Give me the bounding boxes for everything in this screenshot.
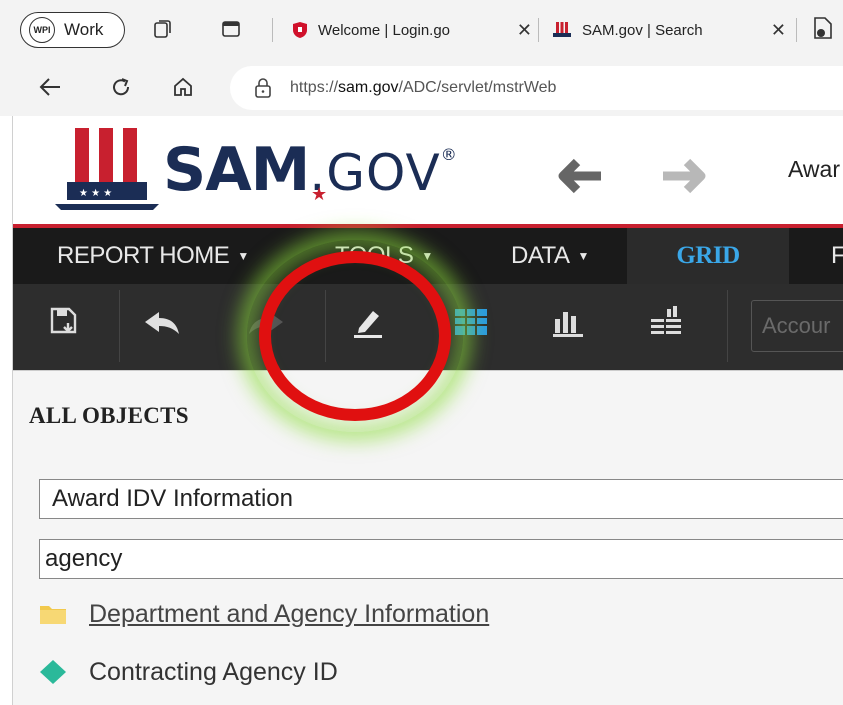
- url-path: /ADC/servlet/mstrWeb: [398, 79, 557, 96]
- list-item-label: Contracting Agency ID: [89, 657, 338, 686]
- close-icon[interactable]: ✕: [517, 20, 532, 41]
- page-content: ★ ★ ★ SAM.GOV® ★ Awar REPORT HOME ▼ TOOLS…: [12, 116, 843, 705]
- grid-graph-view-icon[interactable]: [649, 306, 683, 338]
- sam-logo-text[interactable]: SAM.GOV®: [163, 135, 457, 205]
- tab-actions-icon[interactable]: [220, 18, 242, 40]
- profile-button[interactable]: WPI Work: [20, 12, 125, 48]
- panel-title: ALL OBJECTS: [29, 403, 189, 428]
- back-arrow-icon[interactable]: [557, 158, 603, 194]
- object-browser-panel: ALL OBJECTS Award IDV Information agency…: [13, 370, 843, 705]
- list-item[interactable]: Department and Agency Information: [39, 597, 489, 631]
- caret-down-icon: ▼: [237, 249, 249, 263]
- logo-sam: SAM: [163, 135, 310, 205]
- shield-icon: [293, 22, 307, 38]
- logo-star-icon: ★: [311, 184, 328, 204]
- sam-header: ★ ★ ★ SAM.GOV® ★ Awar: [13, 116, 843, 224]
- tab-separator: [538, 18, 539, 42]
- toolbar-separator: [727, 290, 728, 362]
- folder-select[interactable]: Award IDV Information: [39, 479, 843, 519]
- menu-label: DATA: [511, 242, 570, 269]
- refresh-icon[interactable]: [110, 76, 132, 98]
- menu-label: REPORT HOME: [57, 242, 230, 269]
- annotation-circle: [259, 251, 451, 421]
- forward-arrow-icon[interactable]: [661, 158, 707, 194]
- sam-favicon-icon: [553, 22, 571, 37]
- report-title: Awar: [788, 156, 840, 182]
- menu-grid[interactable]: GRID: [627, 228, 789, 284]
- url-bar[interactable]: https://sam.gov/ADC/servlet/mstrWeb: [230, 66, 843, 110]
- file-lock-icon[interactable]: [812, 16, 834, 40]
- toolbar-separator: [119, 290, 120, 362]
- save-icon[interactable]: [49, 306, 79, 336]
- browser-tab-strip: WPI Work Welcome | Login.go ✕ SAM.gov | …: [0, 0, 843, 60]
- home-icon[interactable]: [172, 76, 194, 98]
- lock-icon[interactable]: [254, 78, 272, 98]
- graph-view-icon[interactable]: [551, 306, 585, 338]
- tab-sam-gov-search[interactable]: SAM.gov | Search ✕: [552, 14, 786, 46]
- back-arrow-icon[interactable]: [38, 76, 62, 98]
- url-prefix: https://: [290, 79, 339, 96]
- address-bar-row: https://sam.gov/ADC/servlet/mstrWeb: [0, 60, 843, 116]
- object-search-input[interactable]: agency: [39, 539, 843, 579]
- toolbar-search-input[interactable]: Accour: [751, 300, 843, 352]
- menu-report-home[interactable]: REPORT HOME ▼: [57, 228, 249, 284]
- tab-login-gov[interactable]: Welcome | Login.go ✕: [292, 14, 532, 46]
- attribute-diamond-icon: [40, 660, 66, 684]
- sam-logo-icon[interactable]: ★ ★ ★: [53, 126, 161, 212]
- url-text: https://sam.gov/ADC/servlet/mstrWeb: [290, 79, 556, 97]
- caret-down-icon: ▼: [577, 249, 589, 263]
- folder-icon: [40, 606, 66, 624]
- tab-title: SAM.gov | Search: [582, 21, 703, 39]
- close-icon[interactable]: ✕: [771, 20, 786, 41]
- url-host: sam.gov: [338, 79, 399, 96]
- profile-name: Work: [64, 20, 104, 39]
- tab-separator: [796, 18, 797, 42]
- logo-gov: .GOV: [309, 144, 441, 202]
- list-item-label[interactable]: Department and Agency Information: [89, 600, 489, 629]
- workspaces-icon[interactable]: [152, 18, 174, 40]
- undo-icon[interactable]: [143, 310, 181, 336]
- profile-badge: WPI: [29, 17, 55, 43]
- list-item[interactable]: Contracting Agency ID: [39, 655, 338, 689]
- svg-text:★ ★ ★: ★ ★ ★: [79, 188, 112, 199]
- menu-data[interactable]: DATA ▼: [511, 228, 589, 284]
- logo-registered: ®: [440, 145, 457, 164]
- tab-title: Welcome | Login.go: [318, 21, 451, 39]
- menu-format[interactable]: F: [831, 228, 843, 284]
- tab-separator: [272, 18, 273, 42]
